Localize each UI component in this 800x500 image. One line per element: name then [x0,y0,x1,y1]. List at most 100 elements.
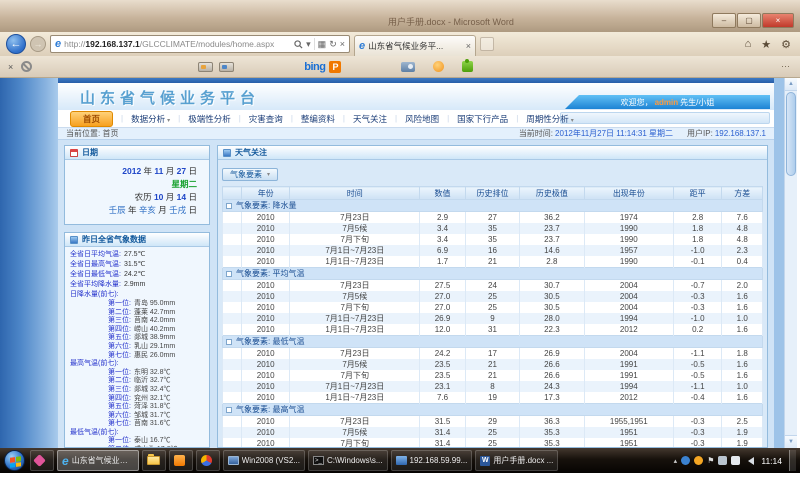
nav-item-6[interactable]: 风险地图 [397,113,447,125]
nav-item-1[interactable]: 数据分析▾ [123,113,178,125]
table-row[interactable]: 20107月1日~7月23日23.1824.31994-1.11.0 [223,381,763,392]
taskbar-button-folder[interactable] [142,450,166,471]
show-desktop-button[interactable] [789,450,796,471]
table-row[interactable]: 20101月1日~7月23日1.7212.81990-0.10.4 [223,256,763,268]
p-badge-icon[interactable]: P [329,61,341,73]
browser-tab[interactable]: e 山东省气候业务平... × [354,35,476,56]
nav-item-8[interactable]: 周期性分析▾ [518,113,582,125]
nav-item-0[interactable]: 首页 [70,111,113,127]
camera-icon[interactable] [401,62,415,72]
element-filter-button[interactable]: 气象要素 ▾ [222,168,278,181]
vertical-scrollbar[interactable]: ▲ ▼ [784,78,797,448]
table-row[interactable]: 20107月下旬23.52126.61991-0.51.6 [223,370,763,381]
scrollbar-thumb[interactable] [786,92,796,176]
action-center-icon[interactable] [731,456,740,465]
table-row[interactable]: 20107月下旬31.42535.31951-0.31.9 [223,438,763,447]
nav-item-4[interactable]: 整编资料 [293,113,343,125]
table-body: 气象要素: 降水量20107月23日2.92736.219742.87.6201… [223,200,763,448]
group-row-2[interactable]: 气象要素: 最低气温 [223,336,763,348]
group-row-3[interactable]: 气象要素: 最高气温 [223,404,763,416]
sogou-icon[interactable] [694,456,703,465]
table-cell: 2010 [241,223,290,234]
paw-icon[interactable] [433,61,444,72]
photos-icon[interactable] [219,62,234,72]
group-row-0[interactable]: 气象要素: 降水量 [223,200,763,212]
summary-value: 2.9mm [124,281,145,288]
search-icon[interactable] [294,40,303,49]
minimize-button[interactable]: – [712,13,736,28]
taskbar-button-ie[interactable]: e山东省气候业务平台 [57,450,139,471]
checkbox-icon[interactable] [226,203,232,209]
rank-item: 第二位:蓬莱 42.7mm [70,309,207,318]
table-row[interactable]: 20107月5候23.52126.61991-0.51.6 [223,359,763,370]
start-button[interactable] [4,450,25,471]
table-cell: 1月1日~7月23日 [290,256,420,268]
stop-icon[interactable]: × [340,39,345,49]
taskbar-button-app-orange[interactable] [169,450,193,471]
table-row[interactable]: 20101月1日~7月23日12.03122.320120.21.6 [223,324,763,336]
taskbar-button-word[interactable]: W用户手册.docx ... [475,450,558,471]
home-icon[interactable]: ⌂ [745,38,752,50]
nav-item-5[interactable]: 天气关注 [345,113,395,125]
table-row[interactable]: 20107月23日27.52430.72004-0.72.0 [223,280,763,292]
toolbar-close-icon[interactable]: × [8,62,13,72]
taskbar-button-cmd[interactable]: >_C:\Windows\s... [308,450,388,471]
table-row[interactable]: 20107月1日~7月23日6.91614.61957-1.02.3 [223,245,763,256]
mail-icon[interactable] [198,62,213,72]
table-cell: 26.9 [519,348,584,360]
rank-label: 第四位: [108,395,131,402]
table-cell: 23.1 [420,381,466,392]
addon-puzzle-icon[interactable] [462,61,473,72]
checkbox-icon[interactable] [226,407,232,413]
tools-gear-icon[interactable]: ⚙ [781,38,791,51]
messenger-icon[interactable] [681,456,690,465]
main-nav: 首页|数据分析▾|极端性分析|灾害查询|整编资料|天气关注|风险地图|国家下行产… [58,110,774,127]
snagit-icon[interactable] [21,61,32,72]
bing-logo[interactable]: bing [304,61,325,73]
yesterday-panel-header: 昨日全省气象数据 [65,233,209,247]
desktop-background: 用户手册.docx - Microsoft Word – ▢ × [0,0,800,32]
favorites-star-icon[interactable]: ★ [761,38,771,51]
network-icon[interactable] [718,456,727,465]
volume-icon[interactable] [744,457,754,465]
table-row[interactable]: 20107月下旬3.43523.719901.84.8 [223,234,763,245]
new-tab-button[interactable] [480,37,494,51]
table-row[interactable]: 20107月5候27.02530.52004-0.31.6 [223,291,763,302]
table-row[interactable]: 20107月下旬27.02530.52004-0.31.6 [223,302,763,313]
checkbox-icon[interactable] [226,339,232,345]
taskbar-button-vm[interactable]: Win2008 (VS2... [223,450,305,471]
address-bar[interactable]: e http://192.168.137.1/GLCCLIMATE/module… [50,35,350,53]
table-row[interactable]: 20107月5候3.43523.719901.84.8 [223,223,763,234]
table-row[interactable]: 20101月1日~7月23日7.61917.32012-0.41.6 [223,392,763,404]
col-header-5: 出现年份 [584,187,673,200]
nav-item-7[interactable]: 国家下行产品 [449,113,516,125]
scroll-down-icon[interactable]: ▼ [785,435,797,448]
checkbox-icon[interactable] [226,271,232,277]
nav-item-2[interactable]: 极端性分析 [180,113,239,125]
refresh-icon[interactable]: ↻ [329,39,337,50]
taskbar-clock[interactable]: 11:14 [761,456,782,466]
group-row-1[interactable]: 气象要素: 平均气温 [223,268,763,280]
maximize-button[interactable]: ▢ [737,13,761,28]
taskbar-button-launcher[interactable] [30,450,54,471]
hidden-icons-icon[interactable]: ▴ [674,457,678,465]
table-row[interactable]: 20107月5候31.42535.31951-0.31.9 [223,427,763,438]
overflow-dots-icon[interactable]: ⋯ [781,61,792,72]
table-cell: 23.7 [519,234,584,245]
compatibility-view-icon[interactable]: ▦ [318,39,327,50]
table-row[interactable]: 20107月23日31.52936.31955,1951-0.32.5 [223,416,763,428]
close-button[interactable]: × [762,13,794,28]
taskbar-button-media[interactable] [196,450,220,471]
table-row[interactable]: 20107月23日24.21726.92004-1.11.8 [223,348,763,360]
table-row[interactable]: 20107月23日2.92736.219742.87.6 [223,212,763,224]
nav-item-3[interactable]: 灾害查询 [241,113,291,125]
table-row[interactable]: 20107月1日~7月23日26.9928.01994-1.01.0 [223,313,763,324]
forward-button[interactable]: → [30,36,46,52]
scroll-up-icon[interactable]: ▲ [785,78,797,91]
flag-icon[interactable]: ⚑ [707,456,714,465]
back-button[interactable]: ← [6,34,26,54]
sidebar: 日期 2012 年 11 月 27 日星期二农历 10 月 14 日壬辰 年 辛… [64,145,210,448]
taskbar-button-rdp[interactable]: 192.168.59.99... [391,450,473,471]
search-dropdown-icon[interactable]: ▾ [306,39,311,50]
tab-close-icon[interactable]: × [466,41,471,51]
